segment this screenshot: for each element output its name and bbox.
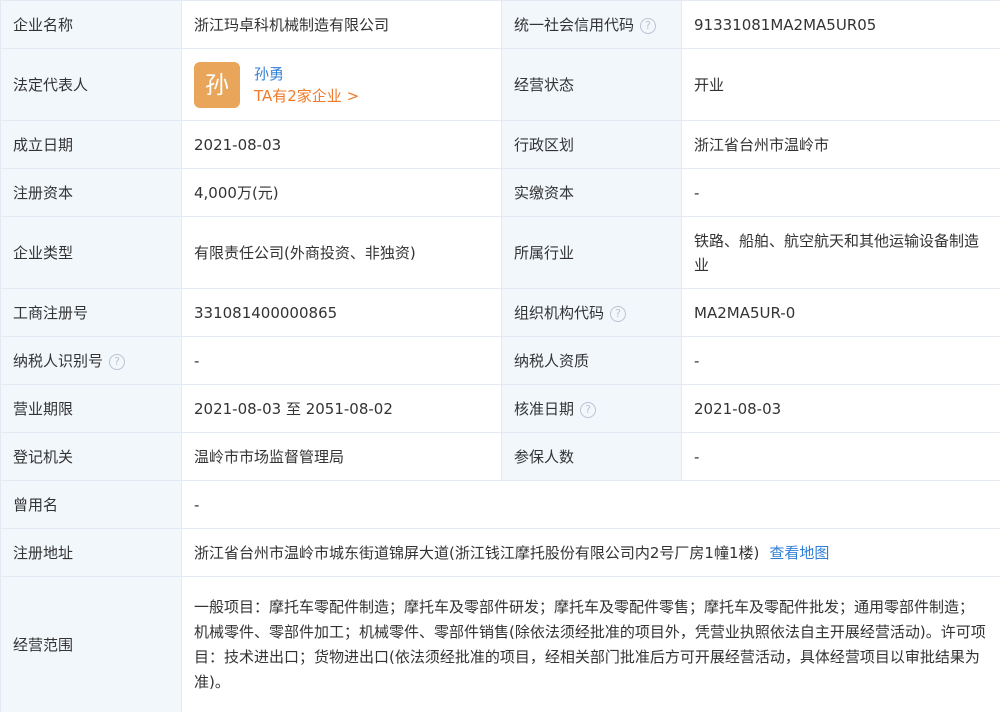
reg-number-value: 331081400000865 [181,288,502,337]
scope-value: 一般项目：摩托车零配件制造；摩托车及零部件研发；摩托车及零配件零售；摩托车及零配… [181,576,1000,712]
district-label: 行政区划 [501,120,682,169]
reg-number-label: 工商注册号 [0,288,182,337]
question-circle-icon[interactable]: ? [580,401,597,418]
registry-label: 登记机关 [0,432,182,481]
status-label: 经营状态 [501,48,682,121]
question-circle-icon[interactable]: ? [610,305,627,322]
avatar[interactable]: 孙 [194,61,240,108]
table-row: 注册资本 4,000万(元) 实缴资本 - [0,168,1000,217]
scope-label: 经营范围 [0,576,182,712]
insured-value: - [681,432,1000,481]
question-circle-icon[interactable]: ? [109,353,126,370]
org-code-label-cell: 组织机构代码? [501,288,682,337]
address-value: 浙江省台州市温岭市城东街道锦屏大道(浙江钱江摩托股份有限公司内2号厂房1幢1楼) [194,543,760,562]
industry-value: 铁路、船舶、航空航天和其他运输设备制造业 [681,216,1000,289]
legal-rep-cell: 孙 孙勇 TA有2家企业 > [181,48,502,121]
related-companies-link[interactable]: TA有2家企业 > [254,85,359,107]
table-row: 经营范围 一般项目：摩托车零配件制造；摩托车及零部件研发；摩托车及零配件零售；摩… [0,576,1000,712]
district-value: 浙江省台州市温岭市 [681,120,1000,169]
table-row: 企业名称 浙江玛卓科机械制造有限公司 统一社会信用代码? 91331081MA2… [0,0,1000,49]
company-name-value: 浙江玛卓科机械制造有限公司 [181,0,502,49]
former-name-value: - [181,480,1000,529]
credit-code-label: 统一社会信用代码 [514,15,635,34]
table-row: 工商注册号 331081400000865 组织机构代码? MA2MA5UR-0 [0,288,1000,337]
table-row: 营业期限 2021-08-03 至 2051-08-02 核准日期? 2021-… [0,384,1000,433]
address-label: 注册地址 [0,528,182,577]
reg-capital-value: 4,000万(元) [181,168,502,217]
credit-code-label-cell: 统一社会信用代码? [501,0,682,49]
company-type-value: 有限责任公司(外商投资、非独资) [181,216,502,289]
taxpayer-qual-value: - [681,336,1000,385]
taxpayer-id-label: 纳税人识别号 [13,351,104,370]
business-term-label: 营业期限 [0,384,182,433]
view-map-link[interactable]: 查看地图 [769,544,829,562]
question-circle-icon[interactable]: ? [640,17,657,34]
former-name-label: 曾用名 [0,480,182,529]
approval-date-value: 2021-08-03 [681,384,1000,433]
status-value: 开业 [681,48,1000,121]
registry-value: 温岭市市场监督管理局 [181,432,502,481]
insured-label: 参保人数 [501,432,682,481]
company-type-label: 企业类型 [0,216,182,289]
taxpayer-id-label-cell: 纳税人识别号? [0,336,182,385]
paid-capital-value: - [681,168,1000,217]
table-row: 登记机关 温岭市市场监督管理局 参保人数 - [0,432,1000,481]
approval-date-label-cell: 核准日期? [501,384,682,433]
table-row: 纳税人识别号? - 纳税人资质 - [0,336,1000,385]
org-code-label: 组织机构代码 [514,303,605,322]
legal-rep-name-link[interactable]: 孙勇 [254,63,359,85]
taxpayer-id-value: - [181,336,502,385]
address-cell: 浙江省台州市温岭市城东街道锦屏大道(浙江钱江摩托股份有限公司内2号厂房1幢1楼)… [181,528,1000,577]
credit-code-value: 91331081MA2MA5UR05 [681,0,1000,49]
paid-capital-label: 实缴资本 [501,168,682,217]
founded-label: 成立日期 [0,120,182,169]
table-row: 曾用名 - [0,480,1000,529]
reg-capital-label: 注册资本 [0,168,182,217]
legal-rep-label: 法定代表人 [0,48,182,121]
table-row: 企业类型 有限责任公司(外商投资、非独资) 所属行业 铁路、船舶、航空航天和其他… [0,216,1000,289]
business-term-value: 2021-08-03 至 2051-08-02 [181,384,502,433]
company-name-label: 企业名称 [0,0,182,49]
company-info-table: 企业名称 浙江玛卓科机械制造有限公司 统一社会信用代码? 91331081MA2… [0,0,1000,712]
industry-label: 所属行业 [501,216,682,289]
founded-value: 2021-08-03 [181,120,502,169]
taxpayer-qual-label: 纳税人资质 [501,336,682,385]
table-row: 法定代表人 孙 孙勇 TA有2家企业 > 经营状态 开业 [0,48,1000,121]
table-row: 注册地址 浙江省台州市温岭市城东街道锦屏大道(浙江钱江摩托股份有限公司内2号厂房… [0,528,1000,577]
org-code-value: MA2MA5UR-0 [681,288,1000,337]
table-row: 成立日期 2021-08-03 行政区划 浙江省台州市温岭市 [0,120,1000,169]
approval-date-label: 核准日期 [514,399,575,418]
